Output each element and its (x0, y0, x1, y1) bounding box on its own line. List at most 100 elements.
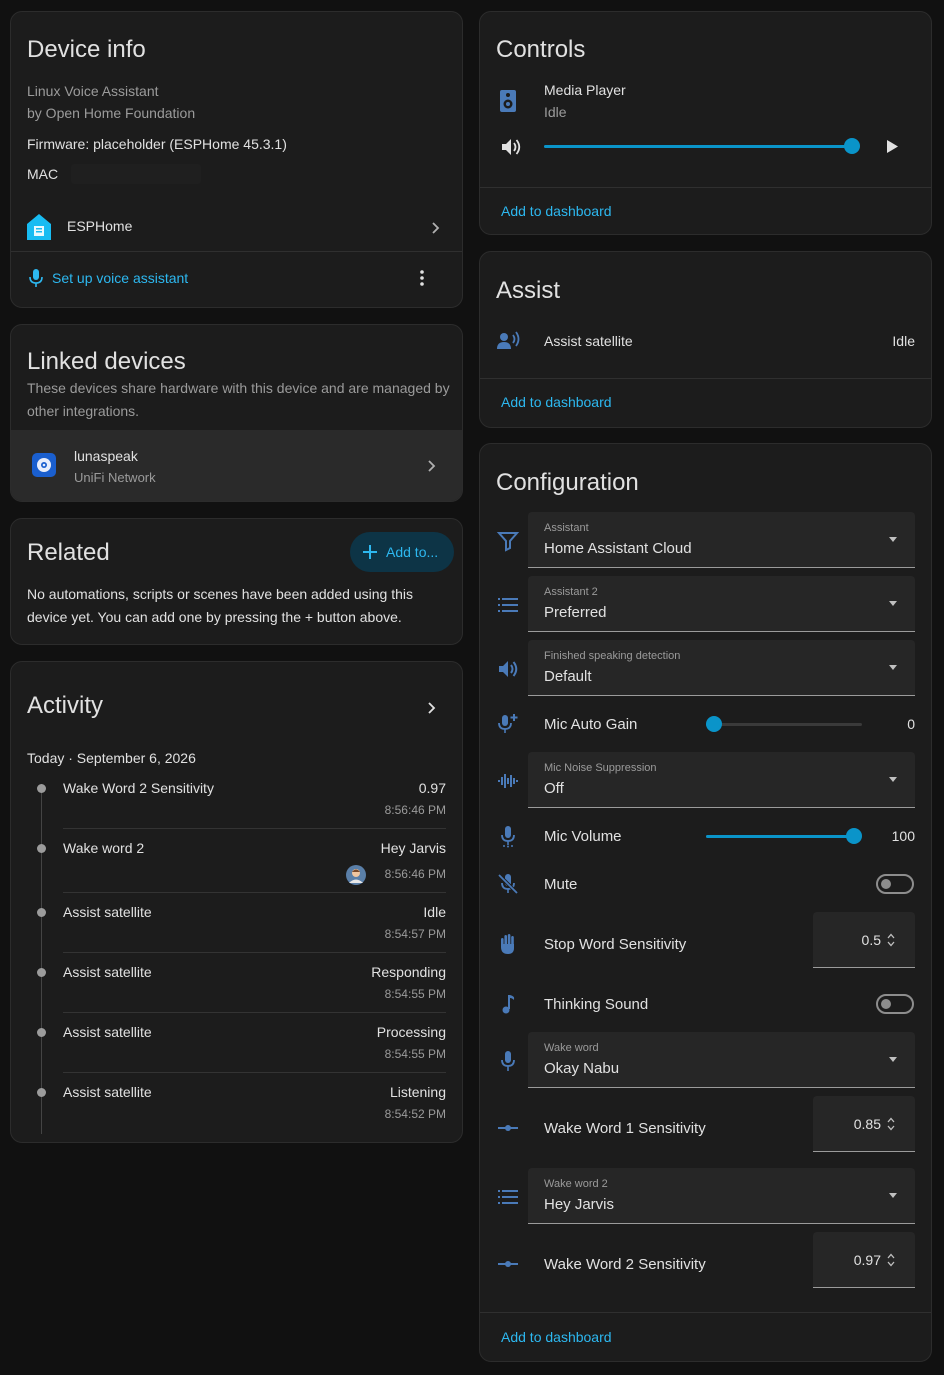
finished-speaking-select[interactable]: Finished speaking detection Default (528, 640, 915, 696)
timeline-dot (37, 908, 46, 917)
volume-slider[interactable] (544, 138, 860, 154)
mic-auto-gain-label: Mic Auto Gain (544, 716, 638, 733)
speaker-icon (500, 90, 516, 112)
play-icon[interactable] (887, 140, 898, 153)
select-value: Home Assistant Cloud (544, 540, 692, 557)
activity-value: Listening (389, 1084, 446, 1100)
noise-suppression-select[interactable]: Mic Noise Suppression Off (528, 752, 915, 808)
activity-value: Processing (376, 1024, 446, 1040)
media-player-name[interactable]: Media Player (544, 82, 626, 98)
activity-time: 8:56:46 PM (384, 867, 446, 881)
thinking-sound-label: Thinking Sound (544, 996, 649, 1013)
dropdown-arrow-icon (889, 601, 897, 606)
wake-word-select[interactable]: Wake word Okay Nabu (528, 1032, 915, 1088)
controls-title: Controls (496, 36, 586, 63)
mic-volume-label: Mic Volume (544, 828, 622, 845)
activity-time: 8:54:55 PM (384, 1047, 446, 1061)
activity-entity: Assist satellite (63, 964, 152, 980)
spinner-arrows-icon[interactable] (887, 1116, 895, 1132)
add-to-button[interactable]: Add to... (350, 532, 454, 572)
select-label: Wake word 2 (544, 1178, 608, 1190)
media-player-state: Idle (544, 104, 567, 120)
timeline-dot (37, 968, 46, 977)
assist-title: Assist (496, 277, 561, 304)
select-value: Default (544, 668, 592, 685)
timeline-dot (37, 784, 46, 793)
assist-card: Assist Assist satellite Idle Add to dash… (479, 251, 932, 428)
mute-toggle[interactable] (876, 874, 914, 894)
related-card: Related Add to... No automations, script… (10, 518, 463, 645)
wake-word-2-sensitivity-input[interactable]: 0.97 (813, 1232, 915, 1288)
hand-stop-icon (496, 932, 520, 956)
music-note-icon (496, 992, 520, 1016)
stop-word-sensitivity-label: Stop Word Sensitivity (544, 936, 687, 953)
volume-icon[interactable] (501, 137, 523, 157)
add-to-dashboard-link[interactable]: Add to dashboard (501, 394, 612, 410)
add-to-dashboard-link[interactable]: Add to dashboard (501, 203, 612, 219)
device-info-title: Device info (27, 36, 146, 63)
select-label: Assistant 2 (544, 586, 598, 598)
activity-entity: Assist satellite (63, 1024, 152, 1040)
activity-time: 8:54:52 PM (384, 1107, 446, 1121)
activity-time: 8:54:55 PM (384, 987, 446, 1001)
controls-card: Controls Media Player Idle Add to dashbo… (479, 11, 932, 235)
setup-voice-assistant-link[interactable]: Set up voice assistant (52, 270, 188, 286)
microphone-plus-icon (496, 712, 520, 736)
assist-satellite-icon (497, 331, 521, 351)
divider (480, 1312, 931, 1313)
linked-devices-description: These devices share hardware with this d… (27, 380, 450, 419)
linked-device-name: lunaspeak (74, 448, 138, 464)
dropdown-arrow-icon (889, 665, 897, 670)
slider-icon (496, 1252, 520, 1276)
activity-value: Idle (423, 904, 446, 920)
linked-devices-card: Linked devices These devices share hardw… (10, 324, 463, 502)
divider (480, 187, 931, 188)
number-value: 0.5 (861, 932, 881, 948)
microphone-icon (28, 268, 44, 288)
dropdown-arrow-icon (889, 777, 897, 782)
microphone-icon (496, 1049, 520, 1073)
wake-word-2-sensitivity-label: Wake Word 2 Sensitivity (544, 1256, 706, 1273)
activity-title: Activity (27, 692, 104, 719)
activity-value: Hey Jarvis (380, 840, 446, 856)
spinner-arrows-icon[interactable] (887, 932, 895, 948)
slider-icon (496, 1116, 520, 1140)
device-firmware: Firmware: placeholder (ESPHome 45.3.1) (27, 136, 287, 152)
activity-time: 8:54:57 PM (384, 927, 446, 941)
divider (63, 828, 446, 829)
activity-value: 0.97 (418, 780, 446, 796)
assistant2-select[interactable]: Assistant 2 Preferred (528, 576, 915, 632)
assist-entity-name[interactable]: Assist satellite (544, 333, 633, 349)
slider-fill (706, 835, 854, 838)
select-value: Okay Nabu (544, 1060, 620, 1077)
add-to-dashboard-link[interactable]: Add to dashboard (501, 1329, 612, 1345)
more-vertical-icon[interactable] (417, 269, 427, 287)
assistant-select[interactable]: Assistant Home Assistant Cloud (528, 512, 915, 568)
select-label: Mic Noise Suppression (544, 762, 657, 774)
add-to-label: Add to... (386, 544, 439, 560)
slider-knob[interactable] (846, 828, 862, 844)
chevron-right-icon[interactable] (425, 701, 437, 714)
esphome-row[interactable]: ESPHome (11, 208, 462, 252)
slider-knob[interactable] (706, 716, 722, 732)
speaker-wave-icon (496, 657, 520, 681)
wake-word-1-sensitivity-input[interactable]: 0.85 (813, 1096, 915, 1152)
spinner-arrows-icon[interactable] (887, 1252, 895, 1268)
plus-icon (363, 545, 377, 559)
wake-word-1-sensitivity-label: Wake Word 1 Sensitivity (544, 1120, 706, 1137)
slider-knob[interactable] (844, 138, 860, 154)
wake-word-2-select[interactable]: Wake word 2 Hey Jarvis (528, 1168, 915, 1224)
toggle-knob (881, 999, 891, 1009)
device-model: Linux Voice Assistant (27, 83, 159, 99)
configuration-card: Configuration Assistant Home Assistant C… (479, 443, 932, 1362)
user-avatar (346, 865, 366, 885)
stop-word-sensitivity-input[interactable]: 0.5 (813, 912, 915, 968)
mic-auto-gain-slider[interactable] (706, 716, 862, 732)
esphome-label: ESPHome (67, 218, 133, 234)
mic-volume-slider[interactable] (706, 828, 862, 844)
select-value: Preferred (544, 604, 607, 621)
timeline-line (41, 784, 42, 1134)
activity-value: Responding (371, 964, 446, 980)
linked-device-row[interactable]: lunaspeak UniFi Network (11, 430, 462, 501)
thinking-sound-toggle[interactable] (876, 994, 914, 1014)
